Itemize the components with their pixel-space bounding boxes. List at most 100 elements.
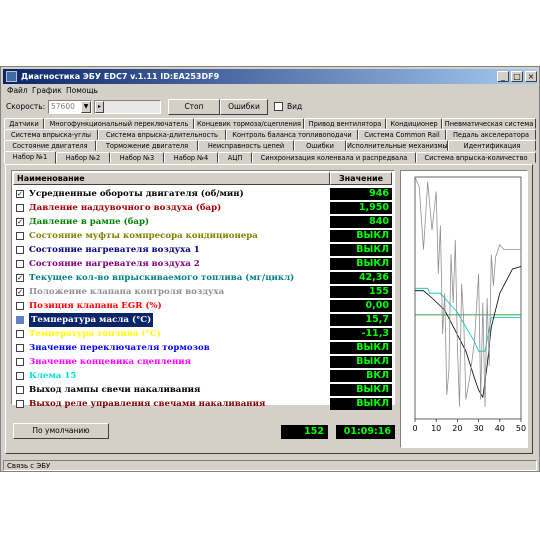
row-label: Состояние нагревателя воздуха 1	[29, 245, 200, 255]
menu-help[interactable]: Помощь	[66, 85, 98, 97]
speed-select[interactable]: 57600 ▼	[48, 100, 92, 114]
table-row[interactable]: Давление наддувочного воздуха (бар) 1,950	[13, 201, 393, 215]
row-checkbox[interactable]: ✓	[16, 218, 24, 226]
row-value: 840	[330, 216, 392, 228]
tab-engine-braking[interactable]: Торможение двигателя	[96, 140, 198, 151]
row-label: Текущее кол-во впрыскиваемого топлива (м…	[29, 273, 295, 283]
tab-set-4[interactable]: Набор №4	[164, 152, 218, 163]
row-checkbox[interactable]	[16, 358, 24, 366]
row-checkbox[interactable]	[16, 316, 24, 324]
row-checkbox[interactable]: ✓	[16, 190, 24, 198]
tab-set-3[interactable]: Набор №3	[110, 152, 164, 163]
close-button[interactable]: ×	[525, 71, 537, 82]
speed-slider[interactable]: ▸	[94, 100, 161, 114]
row-label: Значение концевика сцепления	[29, 357, 191, 367]
elapsed-time: 01:09:16	[336, 425, 395, 439]
sample-counter: 152	[281, 425, 328, 439]
row-value: ВЫКЛ	[330, 356, 392, 368]
title-bar[interactable]: Диагностика ЭБУ EDC7 v.1.11 ID:EA253DF9 …	[3, 69, 537, 84]
tab-injection-quantity[interactable]: Система впрыска-количество	[416, 152, 536, 163]
tab-brake-clutch-switch[interactable]: Концевик тормоза/сцепления	[194, 118, 304, 129]
slider-thumb[interactable]: ▸	[95, 101, 104, 113]
tab-injection-duration[interactable]: Система впрыска-длительность	[98, 129, 226, 140]
tab-engine-state[interactable]: Состояние двигателя	[4, 140, 96, 151]
stop-button[interactable]: Стоп	[168, 99, 220, 115]
default-button[interactable]: По умолчанию	[13, 423, 109, 439]
table-row[interactable]: Состояние нагревателя воздуха 2 ВЫКЛ	[13, 257, 393, 271]
tab-panel: Наименование Значение ✓ Усредненные оборо…	[5, 164, 533, 454]
row-value: ВЫКЛ	[330, 398, 392, 410]
maximize-button[interactable]: □	[511, 71, 523, 82]
x-tick-label: 0	[412, 424, 417, 433]
tab-errors[interactable]: Ошибки	[294, 140, 346, 151]
row-value: 0,00	[330, 300, 392, 312]
row-checkbox[interactable]	[16, 246, 24, 254]
row-checkbox[interactable]	[16, 232, 24, 240]
table-row[interactable]: ✓ Давление в рампе (бар) 840	[13, 215, 393, 229]
table-row[interactable]: Состояние муфты компресора кондиционера В…	[13, 229, 393, 243]
tab-air-conditioner[interactable]: Кондиционер	[386, 118, 442, 129]
tab-crank-cam-sync[interactable]: Синхронизация коленвала и распредвала	[252, 152, 416, 163]
row-checkbox[interactable]	[16, 386, 24, 394]
row-checkbox[interactable]: ✓	[16, 274, 24, 282]
row-label: Давление наддувочного воздуха (бар)	[29, 203, 222, 213]
table-row[interactable]: ✓ Текущее кол-во впрыскиваемого топлива (…	[13, 271, 393, 285]
errors-button[interactable]: Ошибки	[220, 99, 268, 115]
tab-accelerator-pedal[interactable]: Педаль акселератора	[446, 129, 536, 140]
tab-identification[interactable]: Идентификация	[448, 140, 536, 151]
row-value: ВЫКЛ	[330, 244, 392, 256]
table-row[interactable]: Позиция клапана EGR (%) 0,00	[13, 299, 393, 313]
tab-common-rail[interactable]: Система Common Rail	[358, 129, 446, 140]
row-value: 42,36	[330, 272, 392, 284]
menu-file[interactable]: Файл	[7, 85, 28, 97]
row-checkbox[interactable]	[16, 400, 24, 408]
tab-set-1[interactable]: Набор №1	[4, 151, 56, 164]
row-value: 155	[330, 286, 392, 298]
diagnostics-window: Диагностика ЭБУ EDC7 v.1.11 ID:EA253DF9 …	[0, 66, 540, 472]
chevron-down-icon[interactable]: ▼	[81, 101, 91, 113]
status-bar: Связь с ЭБУ	[3, 460, 537, 471]
tab-fuel-balance[interactable]: Контроль баланса топливоподачи	[226, 129, 358, 140]
app-icon	[6, 71, 17, 82]
tab-pneumatic-system[interactable]: Пневматическая система	[442, 118, 536, 129]
row-label: Температура масла (°C)	[29, 313, 154, 327]
tab-injection-angles[interactable]: Система впрыска-углы	[4, 129, 98, 140]
column-header-value[interactable]: Значение	[330, 172, 392, 185]
tab-circuit-faults[interactable]: Неисправность цепей	[198, 140, 294, 151]
row-value: ВЫКЛ	[330, 384, 392, 396]
tab-actuators[interactable]: Исполнительные механизмы	[346, 140, 448, 151]
table-row[interactable]: Значение концевика сцепления ВЫКЛ	[13, 355, 393, 369]
row-value: 946	[330, 188, 392, 200]
table-row[interactable]: Температура топлива (°C) -11,3	[13, 327, 393, 341]
table-row[interactable]: Состояние нагревателя воздуха 1 ВЫКЛ	[13, 243, 393, 257]
row-value: 1,950	[330, 202, 392, 214]
row-checkbox[interactable]	[16, 372, 24, 380]
tab-adc[interactable]: АЦП	[218, 152, 252, 163]
minimize-button[interactable]: _	[497, 71, 509, 82]
menu-chart[interactable]: График	[32, 85, 62, 97]
chart-svg: 0 10 20 30 40 50	[412, 176, 526, 433]
tab-fan-drive[interactable]: Привод вентилятора	[304, 118, 386, 129]
row-checkbox[interactable]	[16, 260, 24, 268]
row-label: Положение клапана контроля воздуха	[29, 287, 225, 297]
menu-bar: Файл График Помощь	[3, 85, 537, 97]
table-row[interactable]: Температура масла (°C) 15,7	[13, 313, 393, 327]
row-checkbox[interactable]	[16, 204, 24, 212]
live-chart: 0 10 20 30 40 50	[400, 170, 528, 448]
tab-set-2[interactable]: Набор №2	[56, 152, 110, 163]
table-row[interactable]: Выход лампы свечи накаливания ВЫКЛ	[13, 383, 393, 397]
row-checkbox[interactable]	[16, 330, 24, 338]
table-row[interactable]: ✓ Усредненные обороты двигателя (об/мин) 9…	[13, 187, 393, 201]
table-row[interactable]: Клема 15 ВКЛ	[13, 369, 393, 383]
row-label: Позиция клапана EGR (%)	[29, 301, 162, 311]
row-checkbox[interactable]	[16, 344, 24, 352]
table-row[interactable]: Выход реле управления свечами накаливани…	[13, 397, 393, 411]
tab-sensors[interactable]: Датчики	[4, 118, 44, 129]
column-header-name[interactable]: Наименование	[13, 172, 330, 185]
row-checkbox[interactable]: ✓	[16, 288, 24, 296]
view-checkbox[interactable]	[274, 102, 283, 111]
table-row[interactable]: Значение переключателя тормозов ВЫКЛ	[13, 341, 393, 355]
tab-multifunction-switch[interactable]: Многофункциональный переключатель	[44, 118, 194, 129]
row-checkbox[interactable]	[16, 302, 24, 310]
table-row[interactable]: ✓ Положение клапана контроля воздуха 155	[13, 285, 393, 299]
